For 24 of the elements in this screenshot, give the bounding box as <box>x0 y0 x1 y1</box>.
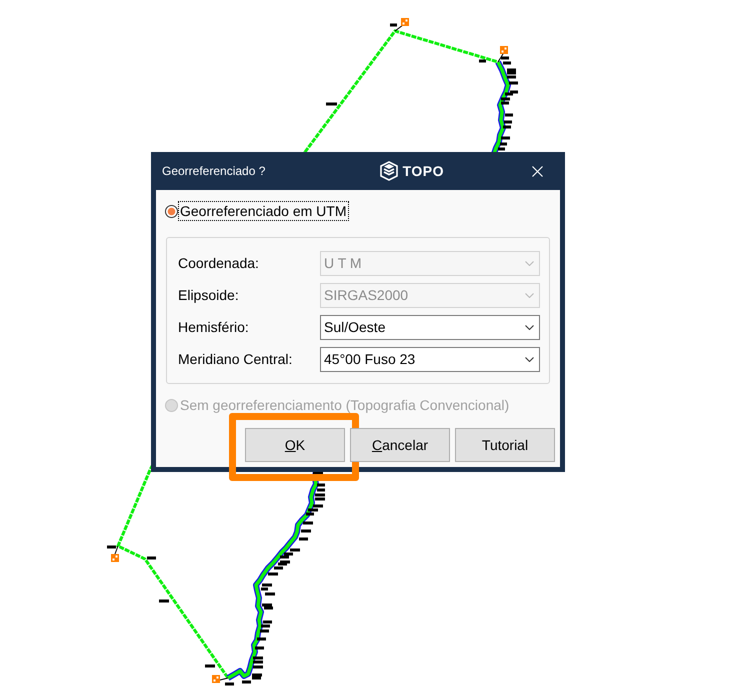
dropdown[interactable]: 45°00 Fuso 23 <box>320 347 540 372</box>
radio-button[interactable] <box>165 204 178 218</box>
dialog-title: Georreferenciado ? <box>162 163 266 180</box>
dialog-button[interactable]: Tutorial <box>455 428 555 462</box>
chevron-down-icon <box>525 261 534 266</box>
close-icon <box>532 166 542 176</box>
vertex-marker-icon <box>212 675 220 683</box>
field-label: Meridiano Central: <box>178 350 294 369</box>
dialog-button[interactable]: Cancelar <box>350 428 450 462</box>
dialog-button[interactable]: OK <box>245 428 345 462</box>
vertex-marker-icon <box>500 46 508 54</box>
logo-icon <box>378 161 399 181</box>
field-label: Elipsoide: <box>178 286 240 305</box>
field-label: Coordenada: <box>178 254 260 273</box>
logo-text: TOPO <box>402 162 444 180</box>
chevron-down-icon <box>525 357 534 362</box>
dropdown[interactable]: Sul/Oeste <box>320 315 540 340</box>
vertex-marker-icon <box>111 554 119 562</box>
vertex-marker-icon <box>401 18 409 26</box>
field-label: Hemisfério: <box>178 318 250 337</box>
chevron-down-icon <box>525 293 534 298</box>
radio-label: Sem georreferenciamento (Topografia Convencional) <box>179 396 510 414</box>
chevron-down-icon <box>525 325 534 330</box>
radio-label: Georreferenciado em UTM <box>179 202 348 220</box>
